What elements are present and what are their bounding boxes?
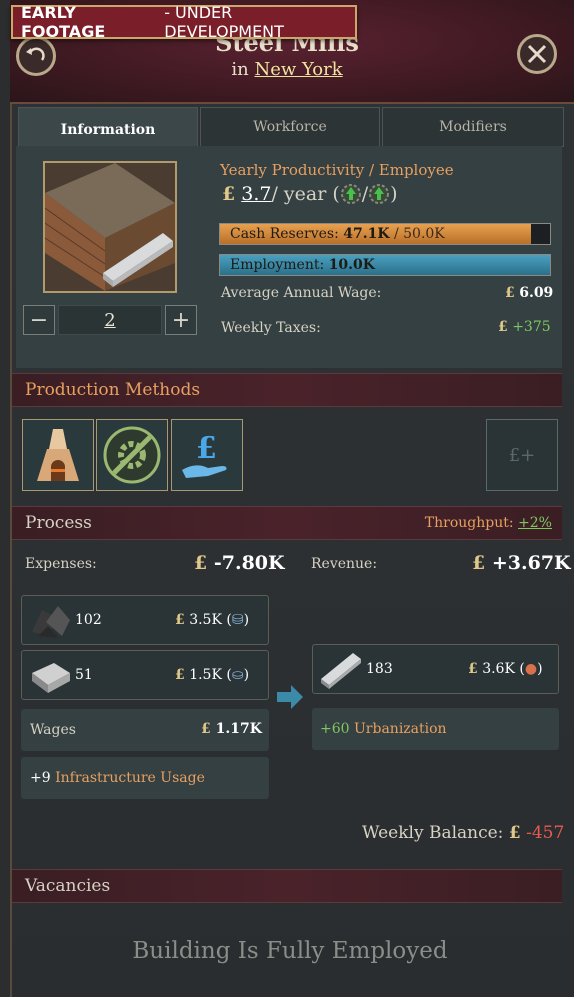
building-thumbnail bbox=[43, 161, 177, 293]
tab-bar: Information Workforce Modifiers bbox=[18, 107, 564, 151]
throughput[interactable]: Throughput: +2% bbox=[425, 515, 552, 531]
vacancies-header: Vacancies bbox=[12, 869, 562, 903]
steel-beam-icon bbox=[321, 653, 361, 689]
input-good-iron[interactable]: 51 £ 1.5K (⛀) bbox=[21, 650, 269, 700]
tab-modifiers[interactable]: Modifiers bbox=[382, 107, 564, 147]
blast-furnace-icon[interactable] bbox=[22, 419, 94, 491]
input-good-coal[interactable]: 102 £ 3.5K (⛁) bbox=[21, 595, 269, 645]
coins-stack-icon: ⛁ bbox=[231, 612, 244, 628]
hand-pound-icon[interactable]: £ bbox=[171, 419, 243, 491]
arrow-right-icon bbox=[277, 685, 303, 709]
back-arrow-icon[interactable] bbox=[16, 36, 56, 76]
no-automation-gear-icon[interactable] bbox=[96, 419, 168, 491]
close-x-icon[interactable] bbox=[517, 34, 557, 74]
average-wage-label: Average Annual Wage: bbox=[221, 285, 382, 301]
pound-icon: £ bbox=[222, 183, 236, 205]
productivity-label: Yearly Productivity / Employee bbox=[220, 161, 454, 179]
output-good-steel[interactable]: 183 £ 3.6K (●) bbox=[312, 644, 559, 694]
weekly-taxes-label: Weekly Taxes: bbox=[221, 320, 321, 336]
employment-text: Employment: 10.0K bbox=[230, 257, 375, 273]
productivity-row: £ 3.7 / year ( / ) bbox=[222, 183, 398, 205]
cash-reserves-text: Cash Reserves: 47.1K / 50.0K bbox=[230, 226, 445, 242]
tab-information[interactable]: Information bbox=[18, 107, 198, 151]
svg-text:£: £ bbox=[196, 431, 217, 466]
empty-method-slot[interactable]: £+ bbox=[486, 419, 558, 491]
expenses-label: Expenses: bbox=[25, 556, 97, 572]
average-wage-value: £ 6.09 bbox=[505, 285, 554, 301]
building-level-value[interactable]: 2 bbox=[58, 305, 162, 335]
early-footage-banner: EARLY FOOTAGE - UNDER DEVELOPMENT bbox=[11, 3, 357, 41]
revenue-value: £ +3.67K bbox=[472, 552, 571, 574]
location-link[interactable]: New York bbox=[254, 59, 342, 80]
decrease-level-button[interactable]: − bbox=[23, 305, 55, 335]
process-header: Process Throughput: +2% bbox=[12, 506, 562, 540]
iron-ingot-icon bbox=[32, 663, 70, 693]
weekly-balance: Weekly Balance: £ -457 bbox=[362, 823, 565, 843]
infrastructure-usage-row[interactable]: +9 Infrastructure Usage bbox=[21, 757, 269, 799]
revenue-label: Revenue: bbox=[311, 556, 378, 572]
tab-workforce[interactable]: Workforce bbox=[200, 107, 380, 147]
wages-row[interactable]: Wages £ 1.17K bbox=[21, 709, 269, 751]
increase-level-button[interactable]: + bbox=[165, 305, 197, 335]
goods-icon: ● bbox=[524, 661, 538, 677]
urbanization-row[interactable]: +60 Urbanization bbox=[312, 708, 559, 750]
up-arrow-gear-icon bbox=[340, 183, 362, 205]
coin-icon: ⛀ bbox=[231, 667, 244, 683]
employment-bar[interactable]: Employment: 10.0K bbox=[219, 254, 551, 276]
coal-icon bbox=[32, 606, 70, 638]
weekly-taxes-value: £ +375 bbox=[498, 319, 551, 335]
productivity-value[interactable]: 3.7 bbox=[241, 183, 271, 205]
process-title: Process bbox=[25, 513, 92, 533]
building-location: in New York bbox=[231, 59, 343, 80]
up-arrow-gear-icon bbox=[368, 183, 390, 205]
expenses-value: £ -7.80K bbox=[194, 552, 285, 574]
vacancies-message: Building Is Fully Employed bbox=[132, 938, 448, 964]
cash-reserves-bar[interactable]: Cash Reserves: 47.1K / 50.0K bbox=[219, 223, 551, 245]
production-methods-header: Production Methods bbox=[12, 373, 562, 407]
